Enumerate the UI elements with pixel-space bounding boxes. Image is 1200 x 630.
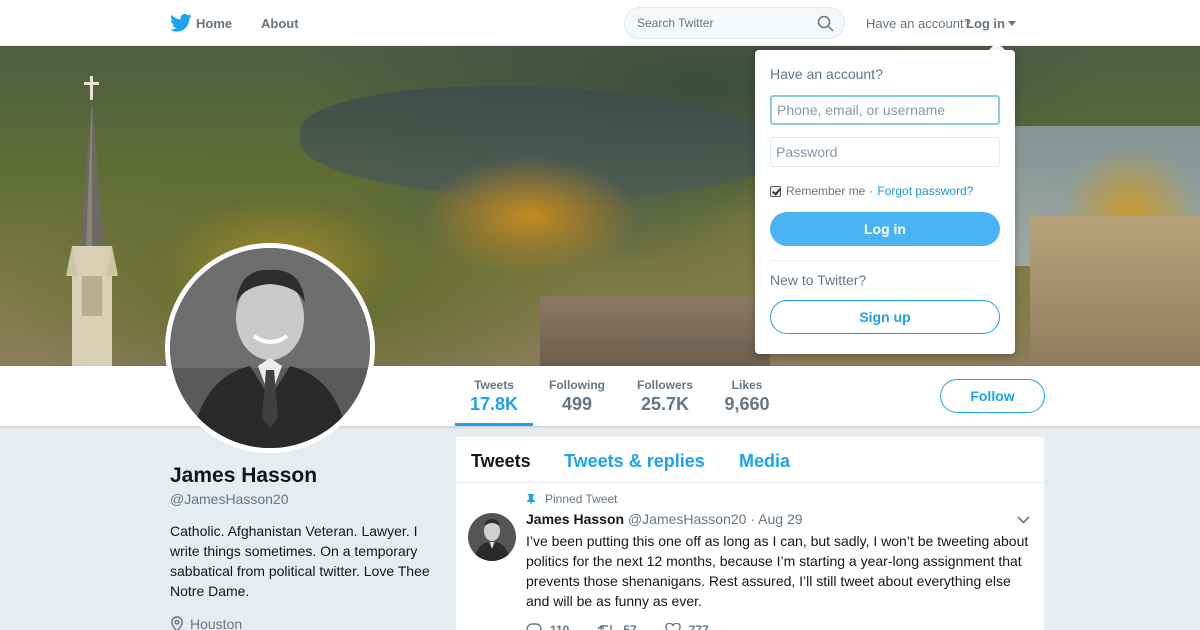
tweet-author-handle[interactable]: @JamesHasson20: [628, 511, 747, 527]
new-to-twitter-text: New to Twitter?: [770, 272, 867, 288]
tweet-separator: ·: [750, 511, 756, 527]
tweet-actions: 110 57 777: [526, 623, 709, 630]
dropdown-title: Have an account?: [770, 66, 883, 82]
profile-location: Houston: [170, 616, 242, 630]
stat-tweets[interactable]: Tweets 17.8K: [470, 378, 518, 415]
login-dropdown: Have an account? Remember me · Forgot pa…: [755, 50, 1015, 354]
banner-building: [540, 296, 770, 366]
signup-button[interactable]: Sign up: [770, 300, 1000, 334]
search-box[interactable]: Search Twitter: [624, 7, 845, 39]
login-menu-link[interactable]: Log in: [966, 16, 1005, 31]
stat-label: Tweets: [474, 378, 514, 392]
tweet-timestamp[interactable]: Aug 29: [758, 511, 802, 527]
reply-count: 110: [550, 623, 570, 630]
stat-value: 17.8K: [470, 394, 519, 414]
banner-foliage: [420, 156, 640, 276]
profile-bio: Catholic. Afghanistan Veteran. Lawyer. I…: [170, 523, 430, 599]
tweet-header: James Hasson @JamesHasson20 · Aug 29: [526, 511, 803, 527]
remember-me-checkbox[interactable]: [770, 185, 781, 197]
have-account-text: Have an account?: [866, 16, 971, 31]
stat-value: 499: [561, 394, 593, 414]
dropdown-divider: [770, 260, 1000, 261]
avatar-photo: [170, 248, 370, 448]
search-icon[interactable]: [817, 15, 834, 32]
pinned-text: Pinned Tweet: [545, 492, 618, 506]
stat-likes[interactable]: Likes 9,660: [723, 378, 771, 415]
caret-down-icon[interactable]: [1008, 21, 1016, 26]
stat-label: Followers: [636, 378, 693, 392]
banner-building: [1030, 216, 1200, 366]
stat-following[interactable]: Following 499: [547, 378, 607, 415]
timeline: Tweets Tweets & replies Media Pinned Twe…: [456, 437, 1044, 630]
location-icon: [171, 616, 183, 630]
tab-media[interactable]: Media: [739, 451, 790, 472]
profile-location-text: Houston: [190, 616, 243, 630]
chevron-down-icon[interactable]: [1017, 516, 1030, 524]
active-stat-underline: [455, 423, 533, 426]
pinned-label: Pinned Tweet: [525, 492, 618, 506]
remember-me-row: Remember me · Forgot password?: [770, 184, 973, 198]
retweet-button[interactable]: 57: [597, 623, 637, 630]
twitter-bird-icon[interactable]: [170, 13, 192, 33]
retweet-icon: [597, 625, 613, 630]
nav-about-link[interactable]: About: [261, 16, 299, 31]
like-count: 777: [688, 623, 709, 630]
retweet-count: 57: [623, 623, 637, 630]
stat-label: Following: [549, 378, 605, 392]
remember-separator: ·: [869, 184, 874, 198]
remember-me-label[interactable]: Remember me: [786, 184, 865, 198]
stat-value: 25.7K: [640, 394, 690, 414]
like-button[interactable]: 777: [664, 623, 709, 630]
banner-steeple: [66, 76, 118, 366]
heart-icon: [664, 623, 681, 630]
top-nav: Home About Search Twitter Have an accoun…: [0, 0, 1200, 46]
profile-handle[interactable]: @JamesHasson20: [170, 491, 289, 507]
tweet-author-name[interactable]: James Hasson: [526, 511, 624, 527]
reply-icon: [526, 623, 542, 630]
tab-tweets-replies[interactable]: Tweets & replies: [564, 451, 705, 472]
login-button[interactable]: Log in: [770, 212, 1000, 246]
reply-button[interactable]: 110: [526, 623, 569, 630]
username-field[interactable]: [770, 95, 1000, 125]
profile-name: James Hasson: [170, 464, 318, 487]
timeline-tabs: Tweets Tweets & replies Media: [456, 437, 1044, 483]
pin-icon: [527, 494, 535, 505]
password-field[interactable]: [770, 137, 1000, 167]
tab-tweets[interactable]: Tweets: [471, 451, 531, 472]
search-input[interactable]: Search Twitter: [637, 16, 713, 30]
tweet-text: I’ve been putting this one off as long a…: [526, 533, 1029, 609]
follow-button[interactable]: Follow: [940, 379, 1045, 413]
profile-avatar[interactable]: [165, 243, 375, 453]
stat-label: Likes: [731, 378, 763, 392]
stat-followers[interactable]: Followers 25.7K: [635, 378, 695, 415]
stat-value: 9,660: [724, 394, 770, 414]
tweet-avatar[interactable]: [468, 513, 516, 561]
forgot-password-link[interactable]: Forgot password?: [877, 184, 973, 198]
nav-home-link[interactable]: Home: [196, 16, 232, 31]
